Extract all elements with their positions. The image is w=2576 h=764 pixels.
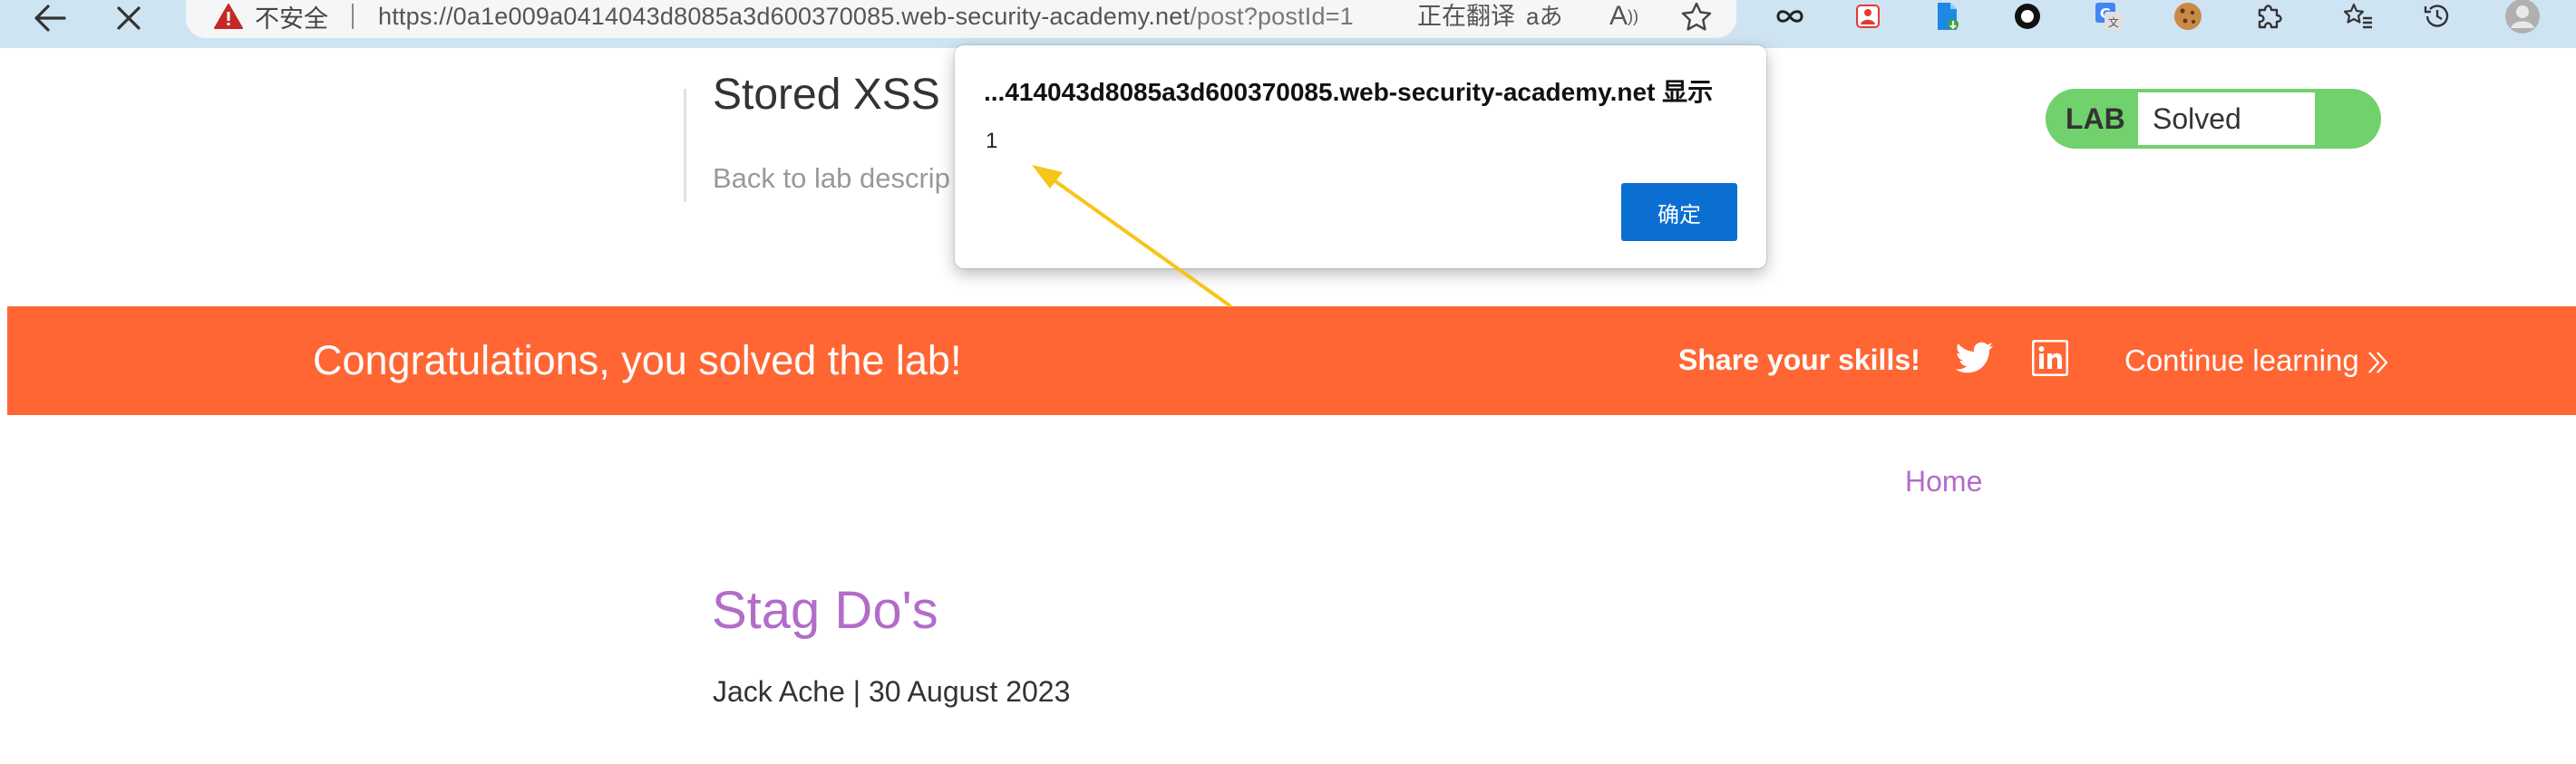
twitter-icon[interactable] — [1955, 341, 1995, 377]
lab-status-label: LAB — [2066, 102, 2125, 135]
read-aloud-button[interactable]: A)) — [1609, 0, 1638, 33]
lab-status-widget: LAB Solved — [2046, 89, 2381, 149]
stop-loading-button[interactable] — [102, 0, 156, 36]
extension-cookie[interactable] — [2164, 0, 2211, 33]
address-bar[interactable]: 不安全 https://0a1e009a0414043d8085a3d60037… — [186, 0, 1736, 38]
lab-status-value: Solved — [2138, 92, 2315, 145]
favorites-button[interactable] — [2335, 0, 2382, 33]
continue-learning-label: Continue learning — [2124, 343, 2359, 377]
sound-wave-icon: )) — [1628, 7, 1639, 25]
alert-dialog: ...414043d8085a3d600370085.web-security-… — [955, 45, 1766, 268]
security-indicator[interactable]: 不安全 — [213, 0, 328, 33]
url-path: /post?postId=1 — [1190, 3, 1354, 30]
extension-infinity[interactable] — [1766, 0, 1813, 33]
history-button[interactable] — [2414, 0, 2461, 33]
people-icon — [1856, 5, 1880, 28]
profile-button[interactable] — [2499, 0, 2546, 34]
favorites-list-icon — [2343, 3, 2372, 29]
close-icon — [117, 6, 141, 30]
browser-toolbar: 不安全 https://0a1e009a0414043d8085a3d60037… — [0, 0, 2576, 48]
extension-people[interactable] — [1844, 0, 1891, 33]
double-chevron-right-icon — [2367, 352, 2387, 374]
record-circle-icon — [2015, 4, 2040, 29]
url-host: https://0a1e009a0414043d8085a3d600370085… — [378, 3, 1191, 30]
extension-file-download[interactable] — [1923, 0, 1970, 33]
puzzle-extension-icon — [2258, 5, 2282, 29]
post-title: Stag Do's — [712, 581, 938, 640]
home-link[interactable]: Home — [1905, 465, 1982, 498]
back-to-lab-description-link[interactable]: Back to lab descrip — [713, 162, 950, 195]
linkedin-icon[interactable] — [2032, 340, 2068, 376]
translate-page-button[interactable]: aあ — [1526, 0, 1562, 33]
header-divider — [684, 89, 686, 202]
warning-triangle-icon — [214, 4, 243, 29]
read-aloud-label: A — [1609, 1, 1628, 31]
translating-status[interactable]: 正在翻译 — [1417, 0, 1515, 33]
extensions-menu-button[interactable] — [2245, 0, 2292, 33]
cookie-icon — [2174, 3, 2202, 30]
alert-title: ...414043d8085a3d600370085.web-security-… — [984, 78, 1714, 106]
solved-banner: Congratulations, you solved the lab! Sha… — [7, 306, 2576, 415]
back-arrow-icon — [34, 5, 66, 32]
infinity-icon — [1776, 10, 1803, 23]
back-button[interactable] — [23, 0, 77, 36]
alert-message: 1 — [986, 129, 998, 153]
security-warning-text: 不安全 — [255, 5, 328, 33]
share-skills-text: Share your skills! — [1678, 343, 1920, 376]
translate-icon: G 文 — [2095, 3, 2123, 30]
continue-learning-link[interactable]: Continue learning — [2124, 306, 2390, 415]
add-favorite-button[interactable] — [1673, 0, 1720, 33]
post-meta: Jack Ache | 30 August 2023 — [713, 675, 1071, 708]
svg-text:文: 文 — [2108, 15, 2119, 29]
congratulations-text: Congratulations, you solved the lab! — [313, 337, 962, 383]
favorite-star-icon — [1681, 2, 1712, 31]
history-icon — [2424, 5, 2449, 27]
file-download-icon — [1938, 3, 1959, 30]
address-separator — [352, 4, 354, 29]
lab-title: Stored XSS — [713, 71, 940, 119]
alert-ok-button[interactable]: 确定 — [1621, 183, 1737, 241]
profile-avatar-icon — [2505, 0, 2540, 34]
extension-translate[interactable]: G 文 — [2085, 0, 2133, 33]
extension-record[interactable] — [2004, 0, 2051, 33]
url-text[interactable]: https://0a1e009a0414043d8085a3d600370085… — [378, 0, 1354, 33]
